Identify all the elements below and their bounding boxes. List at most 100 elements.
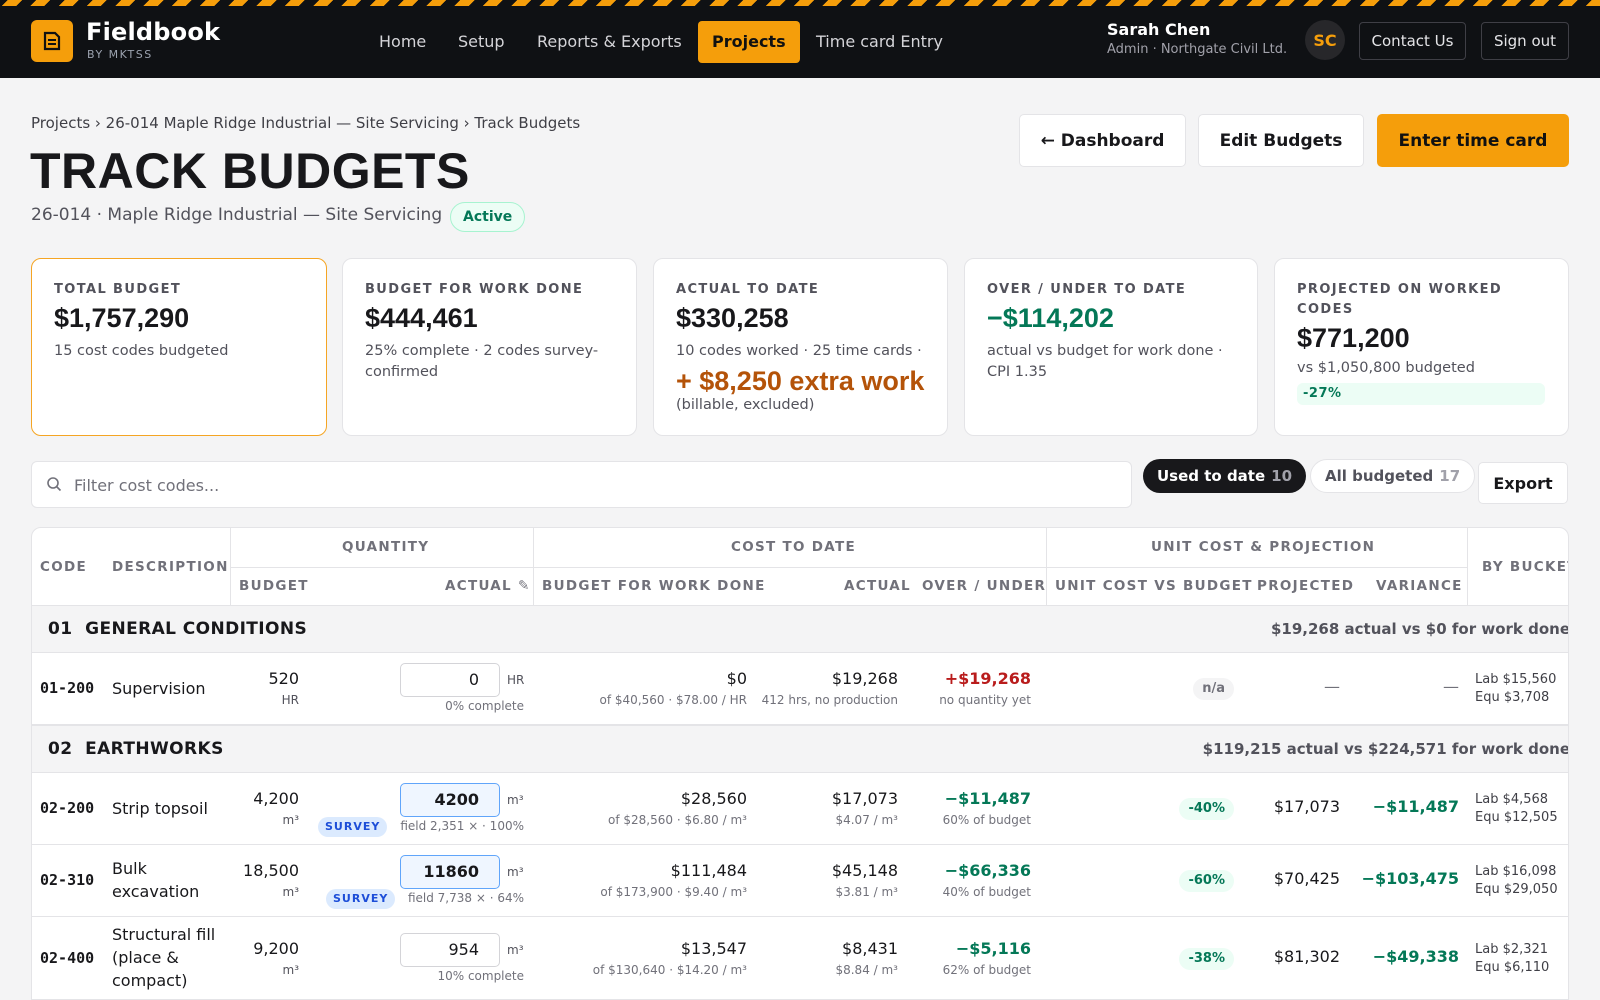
projected-cost: $17,073: [1273, 797, 1340, 816]
projected-cost: $81,302: [1273, 947, 1340, 966]
dashboard-button[interactable]: ← Dashboard: [1019, 114, 1186, 167]
over-under-card: OVER / UNDER TO DATE −$114,202 actual vs…: [964, 258, 1258, 436]
header-unit-vs-budget[interactable]: UNIT COST VS BUDGET: [1055, 578, 1253, 594]
actual-cost-detail: $8.84 / m³: [835, 963, 898, 977]
header-budget-qty[interactable]: BUDGET: [239, 578, 309, 594]
fieldbook-logo-icon[interactable]: [31, 20, 73, 62]
header-code[interactable]: CODE: [40, 559, 87, 575]
cost-description: Strip topsoil: [112, 799, 208, 818]
card-value: $771,200: [1297, 323, 1410, 353]
nav-time-card-entry[interactable]: Time card Entry: [816, 21, 943, 63]
quantity-note: field 7,738 × · 64%: [407, 891, 524, 905]
survey-badge: SURVEY: [326, 889, 396, 909]
variance: −$11,487: [1372, 797, 1459, 816]
card-label: PROJECTED ON WORKED CODES: [1297, 282, 1503, 317]
section-header-row[interactable]: 02 EARTHWORKS $119,215 actual vs $224,57…: [32, 725, 1569, 773]
bucket-equipment: Equ $3,708: [1475, 690, 1550, 705]
table-row[interactable]: 02-200 Strip topsoil 4,200 m³ 4200 m³ SU…: [32, 773, 1568, 845]
app-name[interactable]: Fieldbook: [86, 18, 220, 46]
bucket-equipment: Equ $6,110: [1475, 960, 1550, 975]
survey-badge: SURVEY: [318, 817, 388, 837]
user-name: Sarah Chen: [1107, 20, 1211, 39]
nav-projects[interactable]: Projects: [698, 21, 800, 63]
card-note: 25% complete · 2 codes survey-confirmed: [365, 343, 599, 380]
sign-out-button[interactable]: Sign out: [1481, 22, 1569, 60]
all-budgeted-toggle[interactable]: All budgeted 17: [1310, 459, 1476, 493]
page-title: TRACK BUDGETS: [30, 143, 470, 199]
edit-budgets-button[interactable]: Edit Budgets: [1198, 114, 1364, 167]
budget-work-done-detail: of $28,560 · $6.80 / m³: [608, 813, 747, 827]
card-label: TOTAL BUDGET: [54, 282, 182, 297]
header-over-under[interactable]: OVER / UNDER: [922, 578, 1046, 594]
nav-home[interactable]: Home: [379, 21, 426, 63]
filter-cost-codes-input[interactable]: [74, 472, 1114, 498]
section-title: 01 GENERAL CONDITIONS: [48, 619, 308, 639]
cost-description: Bulk excavation: [112, 859, 200, 901]
unit-cost-badge: -38%: [1179, 948, 1234, 970]
budget-quantity: 9,200: [253, 939, 299, 958]
section-header-row[interactable]: 01 GENERAL CONDITIONS $19,268 actual vs …: [32, 605, 1568, 653]
cost-description: Supervision: [112, 679, 206, 698]
variance: −$103,475: [1361, 869, 1459, 888]
cost-code: 02-400: [40, 949, 95, 967]
header-actual-cost[interactable]: ACTUAL: [844, 578, 911, 594]
extra-work-amount: + $8,250 extra work: [676, 366, 925, 396]
over-under-note: 60% of budget: [942, 813, 1031, 827]
over-under-amount: −$5,116: [955, 939, 1031, 958]
card-note: actual vs budget for work done · CPI 1.3…: [987, 343, 1223, 380]
header-actual-qty[interactable]: ACTUAL ✎: [445, 578, 531, 594]
toggle-count: 17: [1439, 467, 1461, 485]
header-variance[interactable]: VARIANCE: [1376, 578, 1463, 594]
unit-cost-badge: -40%: [1179, 798, 1234, 820]
budget-work-done-detail: of $130,640 · $14.20 / m³: [592, 963, 747, 977]
used-to-date-toggle[interactable]: Used to date 10: [1143, 459, 1307, 493]
over-under-note: 62% of budget: [942, 963, 1031, 977]
table-row[interactable]: 01-200 Supervision 520 HR 0 HR 0% comple…: [32, 653, 1568, 725]
table-row[interactable]: 02-310 Bulk excavation 18,500 m³ 11860 m³…: [32, 845, 1568, 917]
extra-work-note: (billable, excluded): [676, 397, 815, 413]
nav-setup[interactable]: Setup: [458, 21, 505, 63]
actual-unit: m³: [507, 865, 524, 879]
breadcrumb[interactable]: Projects › 26-014 Maple Ridge Industrial…: [31, 114, 580, 132]
actual-unit: m³: [507, 943, 524, 957]
projected-percent-badge: -27%: [1297, 383, 1545, 405]
actual-cost-detail: $3.81 / m³: [835, 885, 898, 899]
nav-reports-exports[interactable]: Reports & Exports: [537, 21, 682, 63]
bucket-labour: Lab $15,560: [1475, 672, 1557, 687]
contact-us-button[interactable]: Contact Us: [1359, 22, 1466, 60]
actual-to-date-card: ACTUAL TO DATE $330,258 10 codes worked …: [653, 258, 948, 436]
budget-work-done: $13,547: [680, 939, 747, 958]
header-description[interactable]: DESCRIPTION: [112, 559, 229, 575]
budget-unit: m³: [282, 963, 300, 977]
card-value: $1,757,290: [54, 303, 190, 333]
actual-quantity-input[interactable]: 11860: [400, 855, 500, 889]
bucket-equipment: Equ $12,505: [1475, 810, 1558, 825]
section-summary: $119,215 actual vs $224,571 for work don…: [1202, 740, 1569, 758]
actual-cost: $17,073: [831, 789, 898, 808]
cost-description: Structural fill (place & compact): [112, 925, 216, 990]
actual-quantity-input[interactable]: 0: [400, 663, 500, 697]
actual-quantity-input[interactable]: 4200: [400, 783, 500, 817]
export-button[interactable]: Export: [1478, 462, 1568, 504]
header-projected[interactable]: PROJECTED: [1257, 578, 1354, 594]
card-note: vs $1,050,800 budgeted: [1297, 360, 1475, 376]
header-by-bucket[interactable]: BY BUCKET: [1482, 559, 1568, 575]
cost-code: 02-200: [40, 799, 95, 817]
budget-quantity: 18,500: [243, 861, 299, 880]
budget-unit: m³: [282, 885, 300, 899]
over-under-note: no quantity yet: [939, 693, 1031, 707]
app-byline: BY MKTSS: [87, 48, 153, 61]
projected-card: PROJECTED ON WORKED CODES $771,200 vs $1…: [1274, 258, 1569, 436]
actual-quantity-input[interactable]: 954: [400, 933, 500, 967]
avatar[interactable]: SC: [1305, 20, 1345, 60]
card-note: 15 cost codes budgeted: [54, 343, 229, 359]
over-under-amount: −$66,336: [944, 861, 1031, 880]
header-divider: [230, 567, 1467, 568]
table-row[interactable]: 02-400 Structural fill (place & compact) 9…: [32, 917, 1568, 999]
quantity-note: field 2,351 × · 100%: [400, 819, 524, 833]
header-budget-work-done[interactable]: BUDGET FOR WORK DONE: [542, 578, 766, 594]
quantity-note: 10% complete: [437, 969, 524, 983]
enter-time-card-button[interactable]: Enter time card: [1377, 114, 1569, 167]
user-role: Admin · Northgate Civil Ltd.: [1107, 42, 1288, 57]
project-subtitle: 26-014 · Maple Ridge Industrial — Site S…: [31, 205, 443, 225]
